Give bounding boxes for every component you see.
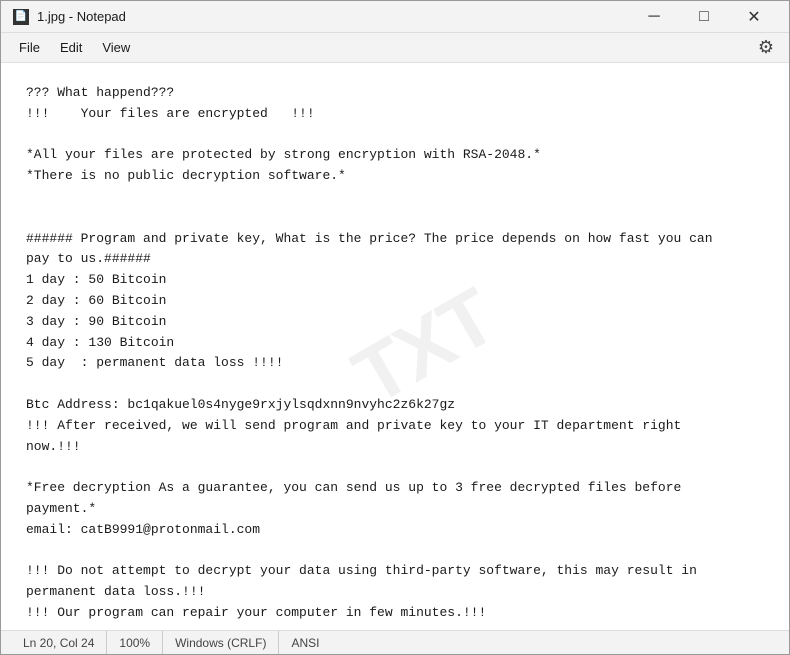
- menu-items: File Edit View: [9, 36, 140, 59]
- status-bar: Ln 20, Col 24 100% Windows (CRLF) ANSI: [1, 630, 789, 654]
- title-bar: 📄 1.jpg - Notepad ─ □ ✕: [1, 1, 789, 33]
- zoom-level: 100%: [107, 631, 163, 654]
- notepad-window: 📄 1.jpg - Notepad ─ □ ✕ File Edit View ⚙…: [0, 0, 790, 655]
- editor-content[interactable]: ??? What happend??? !!! Your files are e…: [26, 83, 764, 630]
- edit-menu[interactable]: Edit: [50, 36, 92, 59]
- settings-icon[interactable]: ⚙: [751, 33, 781, 63]
- cursor-position: Ln 20, Col 24: [11, 631, 107, 654]
- notepad-icon: 📄: [13, 9, 29, 25]
- window-title: 1.jpg - Notepad: [37, 9, 126, 24]
- minimize-button[interactable]: ─: [631, 1, 677, 33]
- title-bar-left: 📄 1.jpg - Notepad: [13, 9, 126, 25]
- line-ending: Windows (CRLF): [163, 631, 279, 654]
- maximize-button[interactable]: □: [681, 1, 727, 33]
- editor-area[interactable]: TXT ??? What happend??? !!! Your files a…: [1, 63, 789, 630]
- view-menu[interactable]: View: [92, 36, 140, 59]
- encoding: ANSI: [279, 631, 331, 654]
- window-controls: ─ □ ✕: [631, 1, 777, 33]
- close-button[interactable]: ✕: [731, 1, 777, 33]
- file-menu[interactable]: File: [9, 36, 50, 59]
- menu-bar: File Edit View ⚙: [1, 33, 789, 63]
